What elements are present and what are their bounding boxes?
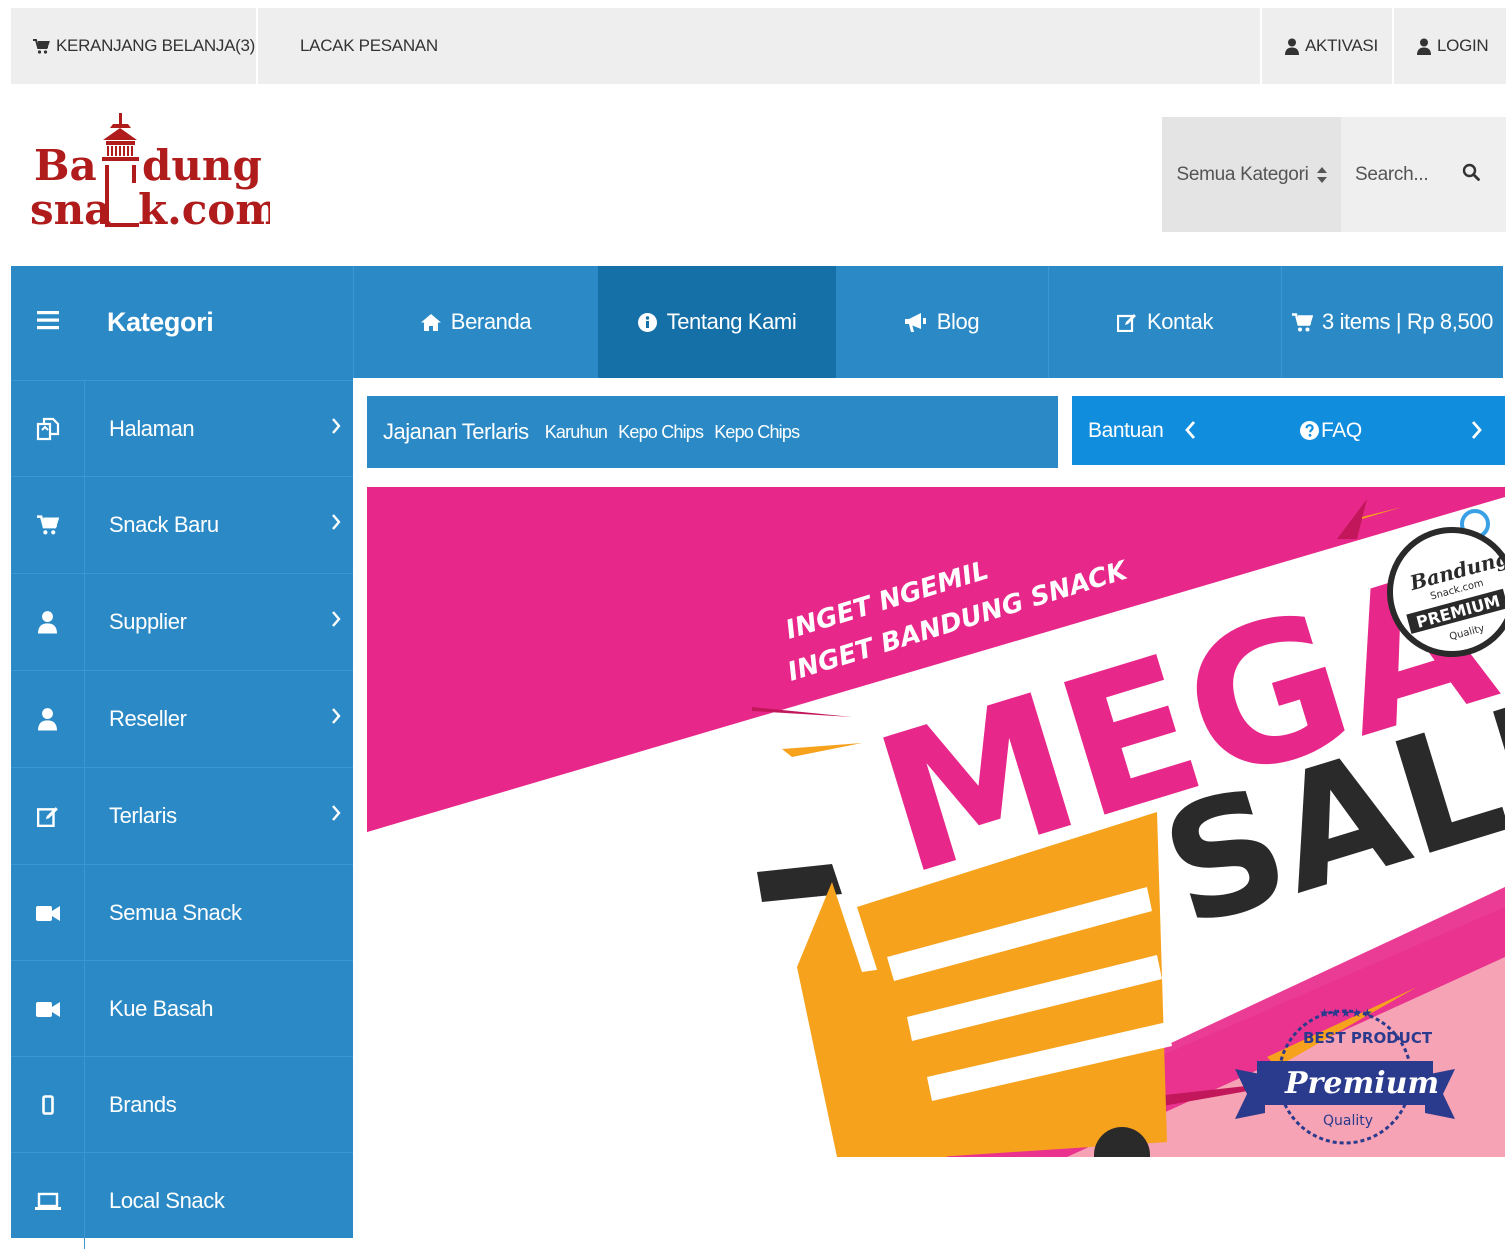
track-order-label: LACAK PESANAN (300, 36, 438, 55)
sidebar-item-snack-baru[interactable]: Snack Baru (11, 476, 353, 573)
sidebar-item-label: Brands (109, 1092, 177, 1117)
logo-text: k.com (138, 185, 270, 234)
search-icon[interactable] (1462, 163, 1480, 186)
nav-item-beranda[interactable]: Beranda (354, 266, 598, 378)
sidebar-item-halaman[interactable]: Halaman (11, 380, 353, 477)
sidebar-item-label: Halaman (109, 416, 195, 441)
question-circle-icon (1300, 421, 1319, 440)
copy-icon (11, 381, 85, 477)
sort-icon (1316, 166, 1327, 183)
nav-item-kontak[interactable]: Kontak (1049, 266, 1281, 378)
chevron-right-icon (331, 707, 341, 730)
cart-link-label: KERANJANG BELANJA(3) (56, 36, 255, 55)
sidebar-item-local-snack[interactable]: Local Snack (11, 1152, 353, 1249)
faq-link[interactable]: FAQ (1300, 396, 1362, 465)
badge-ribbon-text: Premium (1284, 1066, 1439, 1101)
help-bar: Bantuan FAQ (1072, 396, 1505, 465)
home-icon (420, 313, 441, 331)
badge-text: BEST PRODUCT (1303, 1029, 1433, 1047)
ticker-link[interactable]: Kepo Chips (618, 422, 704, 443)
track-order-link[interactable]: LACAK PESANAN (300, 8, 438, 84)
nav-cart-summary[interactable]: 3 items | Rp 8,500 (1282, 266, 1503, 378)
logo-text: Ba (34, 141, 97, 190)
nav-item-label: Kontak (1146, 309, 1214, 334)
cart-icon (11, 477, 85, 573)
sidebar-item-label: Reseller (109, 706, 187, 731)
sidebar-item-supplier[interactable]: Supplier (11, 573, 353, 670)
sidebar-item-kue-basah[interactable]: Kue Basah (11, 960, 353, 1057)
search-bar: Semua Kategori (1162, 117, 1506, 232)
ticker-link[interactable]: Kepo Chips (714, 422, 800, 443)
search-input[interactable] (1353, 162, 1453, 187)
chevron-right-icon (331, 513, 341, 536)
topbar-divider (256, 8, 258, 84)
faq-label: FAQ (1321, 418, 1362, 442)
bestseller-ticker: Jajanan Terlaris Karuhun Kepo Chips Kepo… (367, 396, 1058, 468)
video-camera-icon (11, 865, 85, 961)
badge-stars: ★★★★★ (1319, 1006, 1373, 1020)
topbar-divider (1260, 8, 1262, 84)
nav-item-label: Blog (936, 309, 980, 334)
category-title: Kategori (107, 306, 214, 337)
sidebar-item-label: Terlaris (109, 803, 177, 828)
nav-item-label: Tentang Kami (666, 309, 797, 334)
sidebar-item-terlaris[interactable]: Terlaris (11, 767, 353, 864)
edit-icon (1116, 313, 1137, 332)
sidebar-item-label: Snack Baru (109, 512, 219, 537)
category-select[interactable]: Semua Kategori (1162, 117, 1341, 232)
user-icon (11, 574, 85, 670)
user-icon (1417, 38, 1431, 55)
chevron-right-icon (331, 417, 341, 440)
chevron-left-icon[interactable] (1184, 420, 1196, 445)
promo-banner[interactable]: INGET NGEMIL INGET BANDUNG SNACK MEGA SA… (367, 487, 1505, 1157)
mobile-icon (11, 1057, 85, 1153)
category-menu-toggle[interactable]: Kategori (11, 266, 353, 378)
nav-item-blog[interactable]: Blog (836, 266, 1048, 378)
nav-cart-summary-label: 3 items | Rp 8,500 (1322, 309, 1493, 334)
logo-text: sna (30, 185, 111, 234)
nav-item-label: Beranda (450, 309, 532, 334)
nav-item-tentang-kami[interactable]: Tentang Kami (598, 266, 836, 378)
help-label: Bantuan (1088, 418, 1164, 442)
sidebar-item-reseller[interactable]: Reseller (11, 670, 353, 767)
edit-icon (11, 768, 85, 864)
cart-icon (1292, 312, 1314, 332)
login-label: LOGIN (1437, 36, 1489, 55)
hamburger-icon (37, 310, 59, 335)
sidebar-item-brands[interactable]: Brands (11, 1056, 353, 1153)
activation-link[interactable]: AKTIVASI (1285, 8, 1378, 84)
login-link[interactable]: LOGIN (1417, 8, 1489, 84)
badge-text: Quality (1323, 1113, 1373, 1129)
chevron-right-icon (331, 610, 341, 633)
sidebar-item-label: Local Snack (109, 1188, 225, 1213)
cart-icon (33, 38, 50, 54)
laptop-icon (11, 1153, 85, 1249)
user-icon (1285, 38, 1299, 55)
ticker-title: Jajanan Terlaris (383, 419, 529, 444)
category-sidebar: Halaman Snack Baru Supplier Reseller Ter… (11, 378, 353, 1249)
info-icon (637, 312, 657, 332)
ticker-link[interactable]: Karuhun (545, 422, 608, 443)
sidebar-item-label: Kue Basah (109, 996, 214, 1021)
sidebar-item-label: Semua Snack (109, 900, 242, 925)
category-select-label: Semua Kategori (1176, 163, 1309, 185)
cart-link[interactable]: KERANJANG BELANJA(3) (33, 8, 255, 84)
activation-label: AKTIVASI (1305, 36, 1378, 55)
main-nav: Kategori Beranda Tentang Kami Blog Konta… (11, 266, 1503, 378)
sidebar-item-label: Supplier (109, 609, 187, 634)
video-camera-icon (11, 961, 85, 1057)
user-icon (11, 671, 85, 767)
chevron-right-icon[interactable] (1471, 420, 1483, 445)
top-bar: KERANJANG BELANJA(3) LACAK PESANAN AKTIV… (11, 8, 1506, 84)
search-box (1341, 117, 1506, 232)
logo-text: dung (142, 141, 262, 190)
bullhorn-icon (904, 312, 927, 332)
site-logo[interactable]: Ba dung sna k.com (30, 110, 280, 235)
sidebar-item-semua-snack[interactable]: Semua Snack (11, 864, 353, 961)
topbar-divider (1392, 8, 1394, 84)
chevron-right-icon (331, 804, 341, 827)
